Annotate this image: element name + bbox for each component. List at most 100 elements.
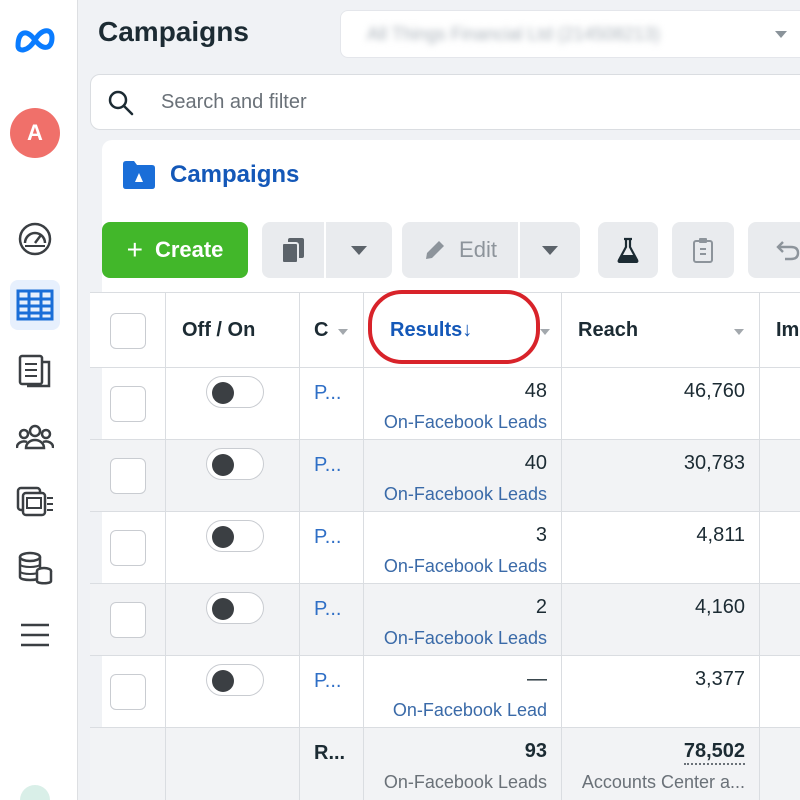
row-checkbox[interactable] [110,458,146,494]
row-checkbox[interactable] [110,386,146,422]
sort-caret-icon [734,329,744,335]
search-input[interactable] [161,87,761,117]
duplicate-icon [281,238,304,264]
tab-label: Campaigns [170,161,300,188]
table-row[interactable]: P... 3 On-Facebook Leads 4,811 [90,512,800,584]
campaign-name-link[interactable]: P... [314,454,341,477]
campaigns-panel: Campaigns + Create Edit Off / On C Resul… [90,140,800,800]
chevron-down-icon [351,245,367,255]
campaign-name-link[interactable]: P... [314,382,341,405]
avatar-letter: A [27,120,43,145]
result-type: On-Facebook Leads [383,628,547,648]
total-result-type: On-Facebook Leads [383,772,547,792]
duplicate-menu-button[interactable] [326,222,392,278]
pencil-icon [426,241,445,259]
edit-menu-button[interactable] [520,222,580,278]
totals-row: R... 93 On-Facebook Leads 78,502 Accounts … [90,728,800,800]
select-all-checkbox[interactable] [110,313,146,349]
campaign-toggle[interactable] [206,520,264,552]
column-header-reach-label: Reach [578,319,639,341]
column-header-campaign-label: C [314,319,329,341]
column-header-results[interactable]: Results↓ [364,293,562,367]
table-row[interactable]: P... 48 On-Facebook Leads 46,760 [90,368,800,440]
sort-caret-icon [540,329,550,335]
campaigns-table-icon[interactable] [10,280,60,330]
result-type: On-Facebook Lead [392,700,547,720]
results-label-text: Results [390,319,463,341]
results-value: 48 [524,380,547,402]
meta-logo-icon[interactable] [12,24,58,54]
campaign-toggle[interactable] [206,664,264,696]
audiences-icon[interactable] [10,412,60,462]
account-avatar[interactable]: A [10,108,60,158]
duplicate-button[interactable] [262,222,324,278]
reach-value: 46,760 [683,380,745,402]
search-bar[interactable] [90,74,800,130]
undo-button[interactable] [748,222,800,278]
row-checkbox[interactable] [110,530,146,566]
undo-icon [776,241,800,261]
column-header-toggle-label: Off / On [182,319,256,341]
billing-icon[interactable] [10,544,60,594]
column-header-toggle[interactable]: Off / On [166,293,300,367]
reach-value: 4,811 [696,524,745,546]
row-checkbox[interactable] [110,674,146,710]
ad-account-selector[interactable]: All Things Financial Ltd (214508213) [340,10,800,58]
chevron-down-icon [542,245,558,255]
table-row[interactable]: P... 40 On-Facebook Leads 30,783 [90,440,800,512]
page-header: Campaigns All Things Financial Ltd (2145… [78,0,800,70]
campaign-toggle[interactable] [206,376,264,408]
results-value: 40 [524,452,547,474]
results-value: 3 [535,524,547,546]
result-type: On-Facebook Leads [383,484,547,504]
reach-value: 4,160 [694,596,745,618]
plus-icon: + [126,234,143,265]
total-results-value: 93 [524,740,547,762]
edit-label: Edit [459,237,497,262]
campaign-name-link[interactable]: P... [314,670,341,693]
table-row[interactable]: P... — On-Facebook Lead 3,377 [90,656,800,728]
campaign-toolbar: + Create Edit [102,222,800,280]
results-value: 2 [535,596,547,618]
campaign-toggle[interactable] [206,592,264,624]
reach-value: 30,783 [683,452,745,474]
results-value: — [527,668,547,690]
clipboard-icon [693,238,713,263]
campaign-folder-icon [123,161,155,189]
reports-icon[interactable] [10,346,60,396]
menu-icon[interactable] [10,610,60,660]
edit-button[interactable]: Edit [402,222,518,278]
totals-label: R... [314,742,346,764]
column-header-reach[interactable]: Reach [562,293,760,367]
ads-library-icon[interactable] [10,478,60,528]
table-header-row: Off / On C Results↓ Reach Im [90,292,800,368]
column-header-impressions[interactable]: Im [760,293,800,367]
paste-button[interactable] [672,222,734,278]
table-row[interactable]: P... 2 On-Facebook Leads 4,160 [90,584,800,656]
campaign-toggle[interactable] [206,448,264,480]
result-type: On-Facebook Leads [383,556,547,576]
sort-caret-icon [338,329,348,335]
tab-campaigns[interactable]: Campaigns [122,160,299,190]
campaign-name-link[interactable]: P... [314,526,341,549]
sort-descending-icon: ↓ [462,319,473,341]
chevron-down-icon [775,31,787,38]
column-header-results-label: Results↓ [390,319,472,342]
total-reach-note: Accounts Center a... [581,772,745,792]
help-avatar[interactable] [20,785,50,800]
result-type: On-Facebook Leads [383,412,547,432]
create-label: Create [154,237,224,262]
reach-value: 3,377 [694,668,745,690]
page-title: Campaigns [98,16,249,47]
campaign-name-link[interactable]: P... [314,598,341,621]
flask-icon [617,237,639,263]
column-header-impressions-label: Im [776,319,800,341]
row-checkbox[interactable] [110,602,146,638]
total-reach-value: 78,502 [683,740,745,765]
ab-test-button[interactable] [598,222,658,278]
column-header-campaign[interactable]: C [300,293,364,367]
left-nav-rail: A [0,0,78,800]
ad-account-name: All Things Financial Ltd (214508213) [367,24,660,44]
create-button[interactable]: + Create [102,222,248,278]
dashboard-icon[interactable] [10,214,60,264]
